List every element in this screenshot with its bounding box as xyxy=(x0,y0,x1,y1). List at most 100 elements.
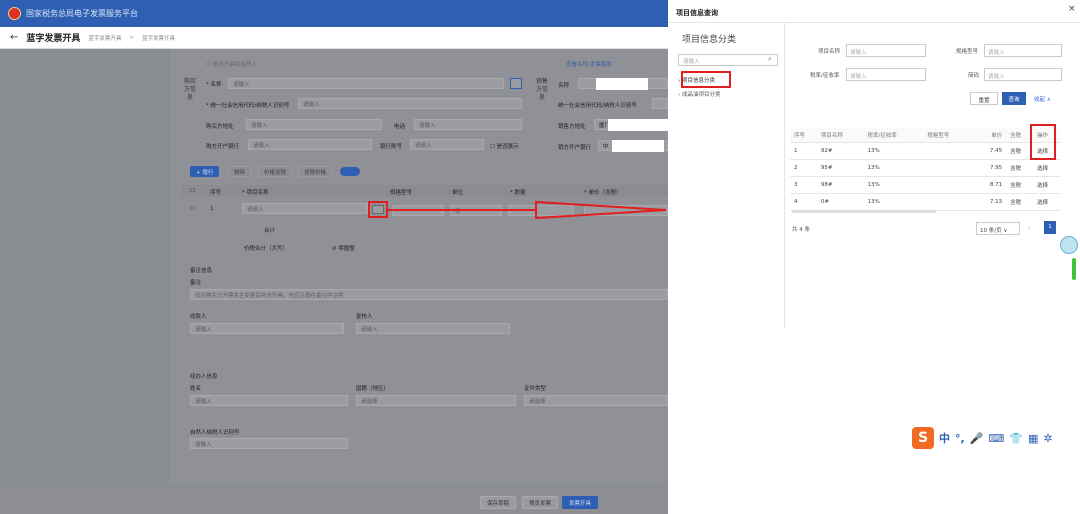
tree-item-oil[interactable]: › 成品油项目分类 xyxy=(678,90,720,98)
tax-incl-button[interactable]: 含税价格 xyxy=(298,166,333,177)
total-label: 价税合计（大写） xyxy=(244,246,289,252)
toolbox-icon[interactable]: ▦ xyxy=(1028,432,1038,445)
punctuation-icon[interactable]: °, xyxy=(955,432,965,445)
rh-price: 单价 xyxy=(969,128,1007,143)
issue-invoice-button[interactable]: 发票开具 xyxy=(562,496,599,509)
total-zero-value: ⊘ 零圆整 xyxy=(332,246,355,252)
redacted-block xyxy=(596,78,648,90)
price-incl-button[interactable]: 价格含税 xyxy=(258,166,293,177)
col-spec: 规格型号 xyxy=(390,190,413,196)
buyer-bank-input[interactable]: 请输入 xyxy=(248,139,372,150)
cell-name: 92# xyxy=(816,142,864,160)
page-1-button[interactable]: 1 xyxy=(1044,221,1056,234)
remarks-section-title: 备注信息 xyxy=(190,268,213,274)
settings-icon[interactable]: ✲ xyxy=(1043,432,1052,445)
keyboard-icon[interactable]: ⌨ xyxy=(988,432,1004,445)
cell-name: 95# xyxy=(816,159,864,177)
item-name-input[interactable]: 请输入 xyxy=(242,203,368,214)
buyer-account-input[interactable]: 请输入 xyxy=(410,139,484,150)
buyer-taxid-input[interactable]: 请输入 xyxy=(298,98,522,109)
filter-rate-input[interactable]: 请输入 xyxy=(846,68,926,81)
cell-tax: 含税 xyxy=(1006,193,1034,211)
natural-person-checkbox[interactable]: ☐ 是否开票给自然人 xyxy=(206,60,257,68)
agent-taxid-input[interactable]: 请输入 xyxy=(190,438,348,449)
payee-input[interactable]: 请输入 xyxy=(190,323,344,334)
item-lookup-button[interactable] xyxy=(372,205,384,214)
col-price: * 单价（含税） xyxy=(584,190,622,196)
rh-rate: 税率/征收率 xyxy=(863,128,924,143)
collapse-link[interactable]: 收起 ∧ xyxy=(1034,95,1051,103)
cell-price: 7.45 xyxy=(969,142,1007,160)
table-row: 3 98# 13% 8.71 含税 选择 xyxy=(790,176,1060,194)
select-link[interactable]: 选择 xyxy=(1033,193,1060,211)
category-search-input[interactable]: 请输入 xyxy=(678,54,778,66)
filter-rate-label: 税率/征收率 xyxy=(810,73,840,79)
remarks-input[interactable]: 如对购买方开票发生变更后补充开具，也应注意在备注中注明 xyxy=(190,289,668,300)
agent-country-select[interactable]: 请选择 xyxy=(356,395,516,406)
col-index: 序号 xyxy=(210,190,222,196)
filter-name-input[interactable]: 请输入 xyxy=(846,44,926,57)
seller-bank-label: 销方开户银行 xyxy=(558,145,592,151)
rh-name: 项目名称 xyxy=(816,128,864,143)
add-row-button[interactable]: + 增行 xyxy=(190,166,220,177)
cell-rate: 13% xyxy=(863,142,924,160)
page-size-select[interactable]: 10 条/页 ∨ xyxy=(976,222,1020,235)
buyer-phone-input[interactable]: 请输入 xyxy=(414,119,522,130)
cell-spec xyxy=(923,176,970,194)
assistant-avatar-icon[interactable] xyxy=(1060,236,1078,254)
breadcrumb-2: 蓝字发票开具 xyxy=(142,35,176,42)
col-name: * 项目名称 xyxy=(242,190,269,196)
buyer-address-input[interactable]: 请输入 xyxy=(246,119,382,130)
cell-rate: 13% xyxy=(863,159,924,177)
filter-spec-input[interactable]: 请输入 xyxy=(984,44,1062,57)
redacted-block xyxy=(608,119,668,131)
agent-idtype-select[interactable]: 请选择 xyxy=(524,395,668,406)
seller-quota-link[interactable]: 查看名称/发票额度 xyxy=(566,60,612,68)
header-checkbox[interactable]: ☐ xyxy=(190,188,195,194)
reviewer-input[interactable]: 请输入 xyxy=(356,323,510,334)
buyer-name-input[interactable]: 请输入 xyxy=(228,78,504,89)
cell-name: 98# xyxy=(816,176,864,194)
tree-item-category[interactable]: › 项目信息分类 xyxy=(678,76,715,84)
select-link[interactable]: 选择 xyxy=(1033,159,1060,177)
assistant-widget[interactable] xyxy=(1060,230,1080,282)
buyer-side-label: 购买方信息 xyxy=(184,78,197,101)
buyer-lookup-button[interactable] xyxy=(510,78,522,89)
chinese-mode-icon[interactable]: 中 xyxy=(939,430,950,446)
row-checkbox[interactable]: ☐ xyxy=(190,206,195,212)
cell-rate: 13% xyxy=(863,176,924,194)
rh-tax: 含税 xyxy=(1006,128,1034,143)
invoice-form xyxy=(170,49,668,484)
cell-idx: 3 xyxy=(790,176,817,194)
close-icon[interactable]: × xyxy=(1068,4,1076,14)
query-button[interactable]: 查询 xyxy=(1002,92,1026,105)
buyer-taxid-label: * 统一社会信用代码/纳税人识别号 xyxy=(206,103,290,109)
cell-idx: 2 xyxy=(790,159,817,177)
cell-tax: 含税 xyxy=(1006,142,1034,160)
back-arrow-icon[interactable]: ← xyxy=(10,32,18,43)
cell-spec xyxy=(923,142,970,160)
reset-button[interactable]: 重置 xyxy=(970,92,998,105)
table-row: 4 0# 13% 7.13 含税 选择 xyxy=(790,193,1060,211)
agent-name-input[interactable]: 请输入 xyxy=(190,395,348,406)
drawer-divider xyxy=(668,22,1080,23)
col-qty: * 数量 xyxy=(510,190,526,196)
filter-short-input[interactable]: 请输入 xyxy=(984,68,1062,81)
seller-side-label: 销售方信息 xyxy=(536,78,549,101)
breadcrumb-1[interactable]: 蓝字发票开具 xyxy=(88,34,121,42)
table-scrollbar[interactable] xyxy=(792,210,936,213)
buyer-show-toggle[interactable]: ☐ 是否展示 xyxy=(490,142,519,150)
agent-country-label: 国籍（地区） xyxy=(356,386,390,392)
prev-page-icon[interactable]: ‹ xyxy=(1028,225,1030,232)
sogou-logo-icon[interactable]: S xyxy=(912,427,934,449)
skin-icon[interactable]: 👕 xyxy=(1009,432,1023,445)
select-link[interactable]: 选择 xyxy=(1033,176,1060,194)
save-draft-button[interactable]: 保存草稿 xyxy=(480,496,517,509)
delete-row-button[interactable]: 删除 xyxy=(228,166,252,177)
buyer-address-label: 购买方地址 xyxy=(206,124,234,130)
preview-button[interactable]: 预览发票 xyxy=(522,496,559,509)
microphone-icon[interactable]: 🎤 xyxy=(970,432,984,445)
agent-section-title: 经办人信息 xyxy=(190,374,218,380)
tax-toggle-switch[interactable] xyxy=(340,167,360,176)
seller-taxid-input[interactable] xyxy=(652,98,668,109)
